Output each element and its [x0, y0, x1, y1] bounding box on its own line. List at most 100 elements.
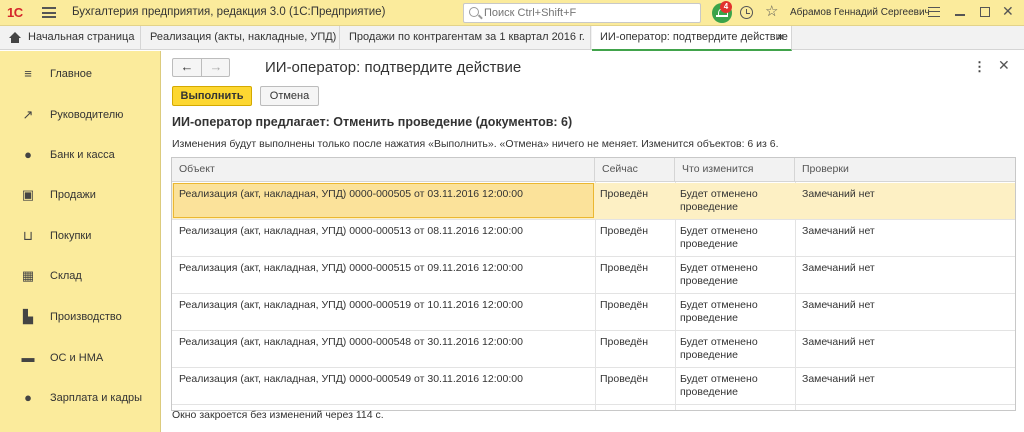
notification-count-badge: 4: [720, 1, 732, 13]
countdown-footer: Окно закроется без изменений через 114 с…: [172, 409, 384, 421]
table-row[interactable]: Реализация (акт, накладная, УПД) 0000-00…: [172, 331, 1015, 368]
close-form-icon[interactable]: ✕: [998, 58, 1010, 72]
cell-now: Проведён: [600, 373, 649, 385]
sidebar-item-purchases[interactable]: ⊔ Покупки: [0, 215, 161, 255]
operation-subtitle: ИИ-оператор предлагает: Отменить проведе…: [172, 115, 573, 129]
cell-check: Замечаний нет: [802, 225, 875, 237]
table-row[interactable]: Реализация (акт, накладная, УПД) 0000-00…: [172, 294, 1015, 331]
tab-home-label: Начальная страница: [28, 31, 135, 43]
main-content: ← → ИИ-оператор: подтвердите действие ⋮ …: [162, 51, 1024, 432]
sidebar-item-main[interactable]: ≡ Главное: [0, 53, 161, 93]
truck-icon: ▬: [21, 350, 35, 365]
sidebar-item-bank[interactable]: ● Банк и касса: [0, 134, 161, 174]
back-arrow-icon[interactable]: ←: [173, 59, 202, 76]
favorites-star-icon[interactable]: ☆: [765, 4, 778, 19]
cell-check: Замечаний нет: [802, 373, 875, 385]
table-row[interactable]: Реализация (акт, накладная, УПД) 0000-00…: [172, 220, 1015, 257]
home-icon: [9, 32, 21, 43]
title-bar: 1С Бухгалтерия предприятия, редакция 3.0…: [0, 0, 1024, 26]
cell-change: Будет отменено проведение: [680, 373, 758, 398]
app-logo[interactable]: 1С: [7, 5, 23, 20]
cell-now: Проведён: [600, 336, 649, 348]
cell-check: Замечаний нет: [802, 188, 875, 200]
execute-button[interactable]: Выполнить: [172, 86, 252, 106]
search-icon: [469, 7, 479, 17]
cell-check: Замечаний нет: [802, 299, 875, 311]
sidebar-item-label: Руководителю: [50, 109, 124, 121]
table-row[interactable]: Реализация (акт, накладная, УПД) 0000-00…: [172, 183, 1015, 220]
cell-change: Будет отменено проведение: [680, 262, 758, 287]
column-header-change[interactable]: Что изменится: [675, 158, 795, 182]
sidebar-item-label: Склад: [50, 270, 82, 282]
sidebar-item-assets[interactable]: ▬ ОС и НМА: [0, 337, 161, 377]
cell-now: Проведён: [600, 188, 649, 200]
cell-object: Реализация (акт, накладная, УПД) 0000-00…: [179, 225, 523, 237]
history-icon[interactable]: [740, 6, 753, 19]
cart-icon: ⊔: [22, 228, 34, 243]
settings-menu-icon[interactable]: [928, 7, 940, 17]
cell-object: Реализация (акт, накладная, УПД) 0000-00…: [179, 262, 523, 274]
close-window-icon[interactable]: ✕: [1002, 3, 1014, 19]
cell-change: Будет отменено проведение: [680, 225, 758, 250]
tab-sales-report[interactable]: Продажи по контрагентам за 1 квартал 201…: [341, 26, 591, 50]
cell-check: Замечаний нет: [802, 336, 875, 348]
cell-change: Будет отменено проведение: [680, 188, 758, 213]
navigation-buttons: ← →: [172, 58, 230, 77]
grid-icon: ▦: [21, 268, 35, 283]
sidebar-item-label: Покупки: [50, 230, 92, 242]
sidebar-item-label: Банк и касса: [50, 149, 115, 161]
tab-label: ИИ-оператор: подтвердите действие: [600, 31, 788, 43]
sidebar-item-label: ОС и НМА: [50, 352, 104, 364]
main-menu-icon[interactable]: [42, 7, 56, 18]
column-header-object[interactable]: Объект: [172, 158, 595, 182]
search-box[interactable]: [463, 3, 701, 23]
table-row[interactable]: Реализация (акт, накладная, УПД) 0000-00…: [172, 368, 1015, 405]
column-header-checks[interactable]: Проверки: [795, 158, 1015, 182]
sidebar-item-warehouse[interactable]: ▦ Склад: [0, 255, 161, 295]
cell-object: Реализация (акт, накладная, УПД) 0000-00…: [179, 299, 523, 311]
app-title: Бухгалтерия предприятия, редакция 3.0 (1…: [72, 6, 386, 18]
person-icon: ●: [24, 390, 32, 405]
cell-change: Будет отменено проведение: [680, 336, 758, 361]
objects-table: Объект Сейчас Что изменится Проверки Реа…: [171, 157, 1016, 411]
tab-label: Продажи по контрагентам за 1 квартал 201…: [349, 31, 585, 43]
sidebar-item-label: Зарплата и кадры: [50, 392, 143, 404]
sidebar-item-label: Продажи: [50, 189, 96, 201]
cell-now: Проведён: [600, 299, 649, 311]
sidebar-item-sales[interactable]: ▣ Продажи: [0, 174, 161, 214]
tab-close-icon[interactable]: ×: [777, 26, 784, 49]
sidebar-item-production[interactable]: ▙ Производство: [0, 296, 161, 336]
sidebar-item-payroll[interactable]: ● Зарплата и кадры: [0, 377, 161, 417]
cell-object: Реализация (акт, накладная, УПД) 0000-00…: [179, 188, 523, 200]
cell-now: Проведён: [600, 262, 649, 274]
maximize-window-icon[interactable]: [980, 7, 990, 17]
tab-home[interactable]: Начальная страница: [0, 26, 141, 50]
trend-icon: ↗: [22, 107, 34, 122]
cell-object: Реализация (акт, накладная, УПД) 0000-00…: [179, 373, 523, 385]
info-text: Изменения будут выполнены только после н…: [172, 138, 779, 150]
cancel-button[interactable]: Отмена: [260, 86, 319, 106]
table-header: Объект Сейчас Что изменится Проверки: [172, 158, 1015, 182]
more-options-icon[interactable]: ⋮: [973, 60, 986, 73]
cell-check: Замечаний нет: [802, 262, 875, 274]
tab-bar: Начальная страница Реализация (акты, нак…: [0, 26, 1024, 51]
sidebar: ≡ Главное ↗ Руководителю ● Банк и касса …: [0, 51, 161, 432]
factory-icon: ▙: [23, 309, 33, 324]
cell-change: Будет отменено проведение: [680, 299, 758, 324]
table-row[interactable]: Реализация (акт, накладная, УПД) 0000-00…: [172, 257, 1015, 294]
cell-now: Проведён: [600, 225, 649, 237]
tab-label: Реализация (акты, накладные, УПД): [150, 31, 337, 43]
tab-ai-operator[interactable]: ИИ-оператор: подтвердите действие ×: [592, 26, 792, 51]
minimize-window-icon[interactable]: [955, 14, 965, 16]
menu-icon: ≡: [24, 66, 32, 81]
forward-arrow-icon[interactable]: →: [202, 59, 230, 76]
user-name[interactable]: Абрамов Геннадий Сергеевич: [790, 7, 930, 18]
cell-object: Реализация (акт, накладная, УПД) 0000-00…: [179, 336, 523, 348]
column-header-now[interactable]: Сейчас: [595, 158, 675, 182]
sidebar-item-label: Производство: [50, 311, 122, 323]
tab-sales-docs[interactable]: Реализация (акты, накладные, УПД): [142, 26, 340, 50]
coin-icon: ●: [24, 147, 32, 162]
search-input[interactable]: [484, 6, 694, 20]
page-title: ИИ-оператор: подтвердите действие: [265, 59, 522, 76]
sidebar-item-manager[interactable]: ↗ Руководителю: [0, 94, 161, 134]
